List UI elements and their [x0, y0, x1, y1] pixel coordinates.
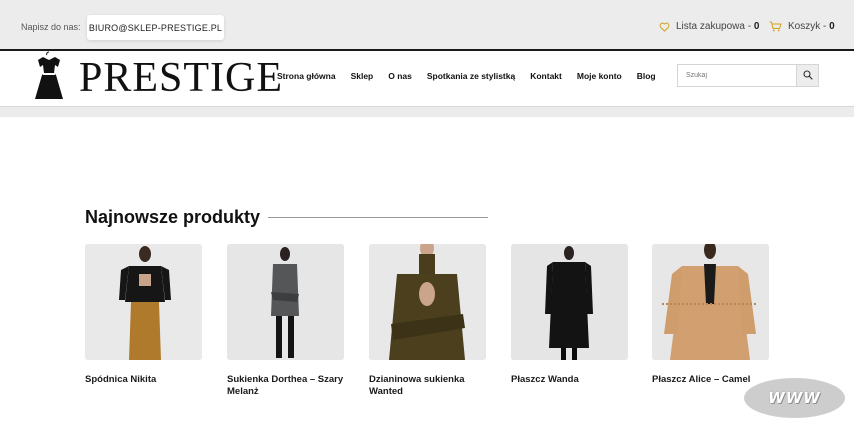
wishlist-count: 0: [753, 21, 760, 32]
search-icon: [802, 67, 813, 85]
product-card[interactable]: Płaszcz Wanda: [511, 244, 628, 386]
nav-item-stylist[interactable]: Spotkania ze stylistką: [427, 71, 515, 81]
site-header: PRESTIGE Strona główna Sklep O nas Spotk…: [0, 51, 854, 107]
product-name[interactable]: Dzianinowa sukienka Wanted: [369, 374, 486, 398]
search-button[interactable]: [796, 65, 818, 86]
product-name[interactable]: Płaszcz Alice – Camel: [652, 374, 769, 386]
www-badge: WWW: [744, 378, 845, 418]
dress-logo-icon: [33, 51, 65, 106]
logo[interactable]: PRESTIGE: [33, 51, 284, 106]
product-image-skirt[interactable]: [85, 244, 202, 360]
nav-item-home[interactable]: Strona główna: [277, 71, 336, 81]
section-title-divider: [268, 217, 488, 218]
nav-item-blog[interactable]: Blog: [637, 71, 656, 81]
product-image-knit-dress[interactable]: [369, 244, 486, 360]
search-input[interactable]: [678, 65, 796, 86]
product-name[interactable]: Sukienka Dorthea – Szary Melanż: [227, 374, 344, 398]
product-name[interactable]: Spódnica Nikita: [85, 374, 202, 386]
cart-link[interactable]: Koszyk - 0: [769, 21, 835, 32]
wishlist-link[interactable]: Lista zakupowa - 0: [659, 21, 759, 32]
product-card[interactable]: Sukienka Dorthea – Szary Melanż: [227, 244, 344, 398]
nav-item-about[interactable]: O nas: [388, 71, 412, 81]
www-badge-text: WWW: [768, 389, 821, 407]
email-link[interactable]: BIURO@SKLEP-PRESTIGE.PL: [87, 15, 224, 40]
cart-icon: [769, 21, 782, 32]
product-image-coat[interactable]: [511, 244, 628, 360]
logo-text: PRESTIGE: [79, 55, 284, 101]
nav-item-shop[interactable]: Sklep: [351, 71, 374, 81]
cart-label: Koszyk - 0: [788, 21, 835, 32]
product-image-camel-coat[interactable]: [652, 244, 769, 360]
product-image-dress[interactable]: [227, 244, 344, 360]
contact-label: Napisz do nas:: [21, 22, 81, 32]
search-box: [677, 64, 819, 87]
product-card[interactable]: Dzianinowa sukienka Wanted: [369, 244, 486, 398]
nav-item-contact[interactable]: Kontakt: [530, 71, 562, 81]
heart-icon: [659, 22, 670, 32]
section-title: Najnowsze produkty: [85, 207, 261, 227]
cart-count: 0: [829, 21, 835, 32]
top-bar: Napisz do nas: BIURO@SKLEP-PRESTIGE.PL L…: [0, 0, 854, 51]
main-nav: Strona główna Sklep O nas Spotkania ze s…: [277, 71, 656, 81]
header-divider-band: [0, 107, 854, 117]
product-name[interactable]: Płaszcz Wanda: [511, 374, 628, 386]
wishlist-label: Lista zakupowa - 0: [676, 21, 760, 32]
product-card[interactable]: Płaszcz Alice – Camel: [652, 244, 769, 386]
nav-item-account[interactable]: Moje konto: [577, 71, 622, 81]
product-card[interactable]: Spódnica Nikita: [85, 244, 202, 386]
